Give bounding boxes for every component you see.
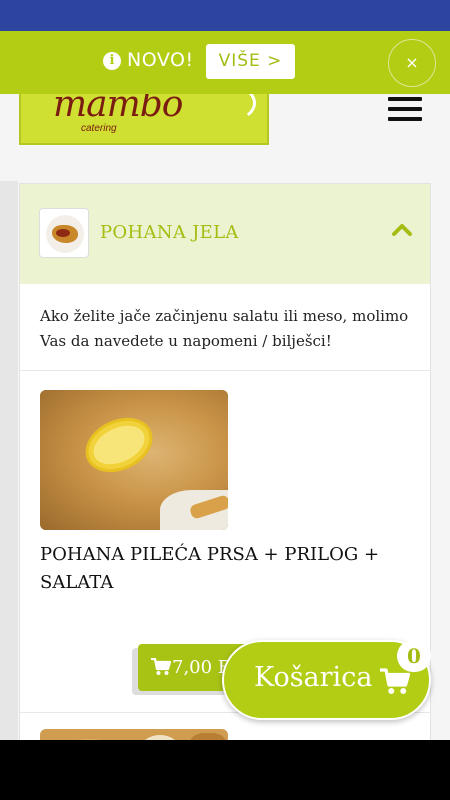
divider bbox=[20, 370, 430, 371]
close-icon[interactable]: × bbox=[388, 39, 436, 87]
system-nav-bar bbox=[0, 740, 450, 800]
cart-icon bbox=[151, 658, 171, 675]
cart-label: Košarica bbox=[254, 662, 373, 693]
page-content: mambo catering POHANA JELA Ako želite ja… bbox=[0, 31, 450, 740]
category-title: POHANA JELA bbox=[100, 222, 239, 243]
info-circle-icon: i bbox=[103, 52, 121, 70]
cart-icon bbox=[380, 668, 410, 694]
item-image[interactable] bbox=[40, 729, 228, 740]
hamburger-menu-icon[interactable] bbox=[388, 97, 422, 121]
cart-count-badge: 0 bbox=[397, 640, 431, 672]
logo-subtext: catering bbox=[81, 123, 117, 134]
category-thumbnail bbox=[39, 208, 89, 258]
promo-banner: i NOVO! VIŠE > × bbox=[0, 31, 450, 94]
more-button[interactable]: VIŠE > bbox=[206, 44, 295, 79]
status-bar bbox=[0, 0, 450, 31]
left-strip bbox=[0, 181, 18, 740]
chevron-up-icon[interactable] bbox=[390, 218, 414, 242]
item-title[interactable]: POHANA PILEĆA PRSA + PRILOG + SALATA bbox=[40, 541, 400, 597]
category-header[interactable]: POHANA JELA bbox=[20, 184, 430, 284]
item-image[interactable] bbox=[40, 390, 228, 530]
category-note: Ako želite jače začinjenu salatu ili mes… bbox=[40, 307, 409, 350]
banner-text: NOVO! bbox=[127, 49, 194, 71]
